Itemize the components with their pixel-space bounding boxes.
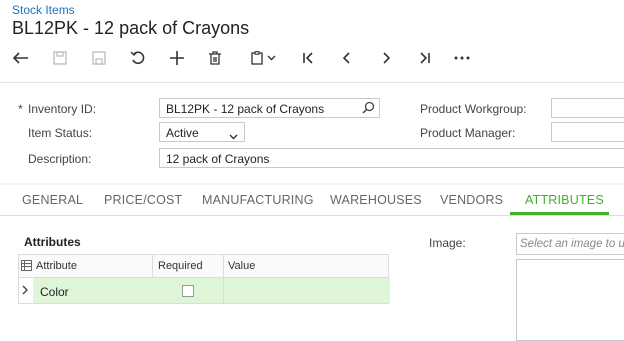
save-icon[interactable]: [47, 45, 73, 71]
tab-general[interactable]: GENERAL: [22, 193, 83, 207]
row-expand-icon[interactable]: [22, 284, 29, 298]
previous-record-icon[interactable]: [334, 45, 360, 71]
attributes-section-title: Attributes: [24, 235, 81, 249]
image-preview: [516, 259, 624, 341]
page-title: BL12PK - 12 pack of Crayons: [12, 18, 250, 38]
breadcrumb[interactable]: Stock Items: [12, 3, 75, 17]
table-row[interactable]: Color: [19, 278, 390, 303]
item-status-select[interactable]: Active: [159, 122, 245, 142]
column-divider: [223, 255, 224, 277]
required-checkbox[interactable]: [182, 285, 194, 297]
image-label: Image:: [429, 236, 466, 250]
value-cell[interactable]: [223, 278, 390, 303]
delete-icon[interactable]: [202, 45, 228, 71]
last-record-icon[interactable]: [412, 45, 438, 71]
tab-manufacturing[interactable]: MANUFACTURING: [202, 193, 314, 207]
description-field[interactable]: 12 pack of Crayons: [159, 148, 624, 168]
toolbar: [0, 45, 624, 71]
active-tab-indicator: [510, 212, 609, 215]
inventory-id-field[interactable]: BL12PK - 12 pack of Crayons: [159, 98, 380, 118]
search-icon[interactable]: [362, 101, 375, 117]
product-manager-label: Product Manager:: [420, 126, 516, 140]
inventory-id-label: Inventory ID:: [28, 102, 97, 116]
product-manager-field[interactable]: [551, 122, 624, 142]
tab-bar: GENERAL PRICE/COST MANUFACTURING WAREHOU…: [0, 185, 624, 216]
column-attribute[interactable]: Attribute: [36, 260, 77, 272]
description-label: Description:: [28, 152, 92, 166]
first-record-icon[interactable]: [295, 45, 321, 71]
back-arrow-icon[interactable]: [8, 45, 34, 71]
image-upload-field[interactable]: Select an image to upload: [516, 233, 624, 255]
grid-header: Attribute Required Value: [19, 255, 388, 278]
inventory-id-value: BL12PK - 12 pack of Crayons: [166, 102, 325, 116]
column-value[interactable]: Value: [228, 260, 255, 272]
item-status-label: Item Status:: [28, 126, 93, 140]
column-required[interactable]: Required: [158, 260, 203, 272]
chevron-down-icon[interactable]: [262, 45, 280, 71]
item-status-value: Active: [166, 126, 199, 140]
attributes-grid: Attribute Required Value Color: [18, 254, 390, 304]
chevron-down-icon: [229, 129, 238, 143]
tab-vendors[interactable]: VENDORS: [440, 193, 503, 207]
next-record-icon[interactable]: [373, 45, 399, 71]
add-icon[interactable]: [164, 45, 190, 71]
revert-icon[interactable]: [125, 45, 151, 71]
summary-form: * Inventory ID: BL12PK - 12 pack of Cray…: [0, 82, 624, 183]
column-divider: [152, 255, 153, 277]
description-value: 12 pack of Crayons: [166, 152, 270, 166]
product-workgroup-field[interactable]: [551, 98, 624, 118]
tab-warehouses[interactable]: WAREHOUSES: [330, 193, 422, 207]
attribute-cell: Color: [40, 285, 69, 299]
more-icon[interactable]: [449, 45, 475, 71]
required-mark: *: [18, 102, 23, 116]
grid-settings-icon[interactable]: [21, 260, 32, 274]
save-close-icon[interactable]: [86, 45, 112, 71]
tab-attributes[interactable]: ATTRIBUTES: [525, 193, 604, 207]
product-workgroup-label: Product Workgroup:: [420, 102, 527, 116]
tab-price-cost[interactable]: PRICE/COST: [104, 193, 182, 207]
